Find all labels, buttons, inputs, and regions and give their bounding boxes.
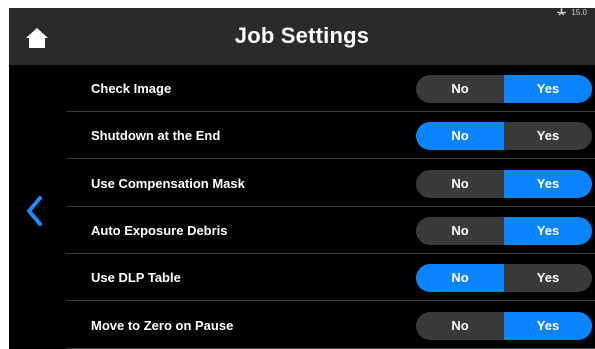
status-indicator: 15.0 [556,8,587,17]
header-bar: Job Settings 15.0 [9,8,595,65]
toggle-no-option[interactable]: No [416,311,504,340]
back-chevron-icon[interactable] [23,194,47,228]
screen: Job Settings 15.0 Check Image No Yes Shutdo… [9,8,595,349]
setting-label: Move to Zero on Pause [91,317,234,333]
toggle-yes-option[interactable]: Yes [504,122,592,151]
settings-list: Check Image No Yes Shutdown at the End No Yes… [66,65,595,349]
yes-no-toggle[interactable]: No Yes [416,311,592,340]
setting-label: Check Image [91,81,172,96]
toggle-yes-option[interactable]: Yes [504,264,592,293]
toggle-yes-option[interactable]: Yes [504,169,592,198]
setting-row: Use Compensation Mask No Yes [66,160,595,207]
yes-no-toggle[interactable]: No Yes [416,169,592,198]
usb-icon [557,8,567,16]
yes-no-toggle[interactable]: No Yes [416,75,592,103]
toggle-no-option[interactable]: No [416,216,504,245]
yes-no-toggle[interactable]: No Yes [416,216,592,245]
toggle-yes-option[interactable]: Yes [504,311,592,340]
toggle-no-option[interactable]: No [416,264,504,293]
setting-label: Use Compensation Mask [91,175,245,191]
setting-label: Auto Exposure Debris [91,222,228,238]
status-value: 15.0 [571,8,587,17]
toggle-no-option[interactable]: No [416,169,504,198]
yes-no-toggle[interactable]: No Yes [416,122,592,151]
setting-row: Move to Zero on Pause No Yes [66,302,595,349]
setting-row: Auto Exposure Debris No Yes [66,207,595,254]
setting-row: Shutdown at the End No Yes [66,112,595,160]
setting-row: Check Image No Yes [66,65,595,112]
setting-row: Use DLP Table No Yes [66,254,595,302]
toggle-yes-option[interactable]: Yes [504,216,592,245]
page-title: Job Settings [234,23,370,48]
toggle-yes-option[interactable]: Yes [504,75,592,103]
setting-label: Shutdown at the End [91,128,221,144]
setting-label: Use DLP Table [91,270,181,286]
toggle-no-option[interactable]: No [416,122,504,151]
toggle-no-option[interactable]: No [416,75,504,103]
yes-no-toggle[interactable]: No Yes [416,264,592,293]
